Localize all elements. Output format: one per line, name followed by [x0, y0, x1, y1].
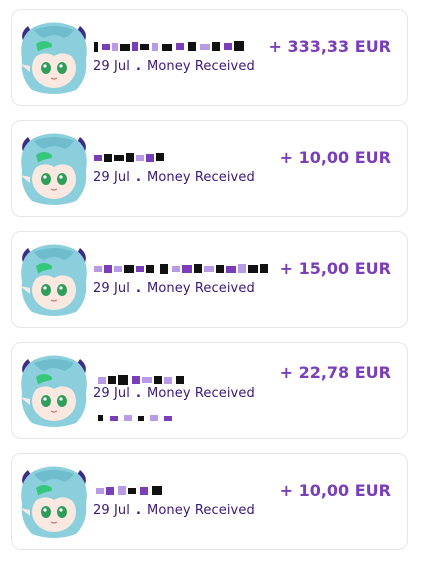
- transaction-date: 29 Jul: [93, 386, 130, 401]
- meta-separator: .: [135, 170, 142, 185]
- transaction-amount: + 10,00 EUR: [279, 481, 391, 500]
- transaction-card[interactable]: 29 Jul. Money Received + 22,78 EUR: [11, 342, 408, 439]
- anime-avatar-icon: [12, 236, 96, 320]
- anime-avatar-icon: [12, 458, 96, 542]
- transaction-amount: + 22,78 EUR: [279, 363, 391, 382]
- anime-avatar-icon: [12, 125, 96, 209]
- transaction-meta: 29 Jul. Money Received: [93, 281, 255, 296]
- transaction-date: 29 Jul: [93, 503, 130, 518]
- meta-separator: .: [135, 281, 142, 296]
- transaction-type: Money Received: [147, 59, 255, 74]
- meta-separator: .: [135, 59, 142, 74]
- transaction-card[interactable]: 29 Jul. Money Received + 333,33 EUR: [11, 9, 408, 106]
- transaction-date: 29 Jul: [93, 170, 130, 185]
- transaction-date: 29 Jul: [93, 59, 130, 74]
- transaction-meta: 29 Jul. Money Received: [93, 59, 255, 74]
- redacted-name: [92, 38, 252, 56]
- anime-avatar-icon: [12, 14, 96, 98]
- meta-separator: .: [135, 503, 142, 518]
- redacted-reference: [96, 409, 176, 421]
- transaction-type: Money Received: [147, 503, 255, 518]
- transaction-card[interactable]: 29 Jul. Money Received + 15,00 EUR: [11, 231, 408, 328]
- transaction-list: 29 Jul. Money Received + 333,33 EUR 29 J…: [0, 0, 426, 562]
- transaction-meta: 29 Jul. Money Received: [93, 503, 255, 518]
- transaction-amount: + 10,00 EUR: [279, 148, 391, 167]
- transaction-date: 29 Jul: [93, 281, 130, 296]
- transaction-card[interactable]: 29 Jul. Money Received + 10,00 EUR: [11, 453, 408, 550]
- transaction-amount: + 15,00 EUR: [279, 259, 391, 278]
- transaction-type: Money Received: [147, 281, 255, 296]
- redacted-name: [92, 260, 272, 278]
- transaction-meta: 29 Jul. Money Received: [93, 386, 255, 401]
- redacted-name: [92, 149, 172, 167]
- transaction-type: Money Received: [147, 386, 255, 401]
- anime-avatar-icon: [12, 347, 96, 431]
- transaction-card[interactable]: 29 Jul. Money Received + 10,00 EUR: [11, 120, 408, 217]
- redacted-name: [92, 482, 172, 500]
- transaction-meta: 29 Jul. Money Received: [93, 170, 255, 185]
- meta-separator: .: [135, 386, 142, 401]
- transaction-type: Money Received: [147, 170, 255, 185]
- transaction-amount: + 333,33 EUR: [268, 37, 391, 56]
